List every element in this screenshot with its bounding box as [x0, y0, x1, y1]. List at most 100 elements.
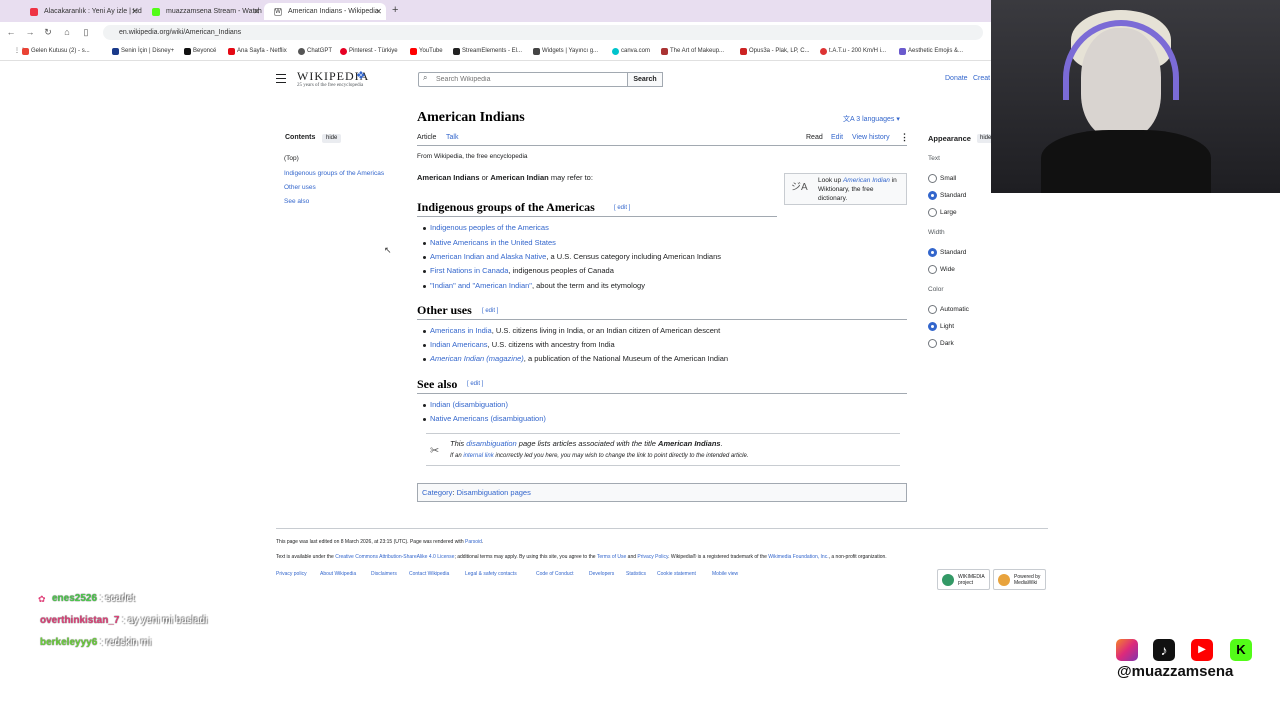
bookmark-item[interactable]: YouTube: [410, 47, 443, 56]
internal-link[interactable]: internal link: [463, 453, 493, 459]
article-link[interactable]: American Indian and Alaska Native: [430, 252, 546, 261]
tab-read[interactable]: Read: [806, 134, 823, 141]
chat-text: : redskin mi: [97, 637, 152, 648]
bookmark-item[interactable]: Senin İçin | Disney+: [112, 47, 174, 56]
terms-link[interactable]: Terms of Use: [597, 554, 626, 560]
toc-item-other-uses[interactable]: Other uses: [284, 184, 316, 191]
article-link[interactable]: Indian (disambiguation): [430, 400, 508, 409]
create-account-link[interactable]: Creat: [973, 75, 990, 82]
article-link[interactable]: "Indian" and "American Indian": [430, 281, 532, 290]
wikipedia-globe-icon[interactable]: ❖: [356, 69, 366, 82]
article-link[interactable]: First Nations in Canada: [430, 266, 508, 275]
license-link[interactable]: Creative Commons Attribution-ShareAlike …: [335, 554, 454, 560]
radio-circle: [928, 322, 937, 331]
back-icon[interactable]: ←: [5, 26, 17, 38]
radio-text-large[interactable]: Large: [928, 208, 957, 217]
mediawiki-badge[interactable]: Powered by MediaWiki: [993, 569, 1046, 590]
radio-width-standard[interactable]: Standard: [928, 248, 966, 257]
bookmark-item[interactable]: ChatGPT: [298, 47, 332, 56]
radio-color-automatic[interactable]: Automatic: [928, 305, 969, 314]
footer-link[interactable]: Legal & safety contacts: [465, 571, 517, 577]
tab-article[interactable]: Article: [417, 134, 436, 141]
article-link[interactable]: Americans in India: [430, 326, 492, 335]
toc-item-indigenous[interactable]: Indigenous groups of the Americas: [284, 170, 384, 177]
chat-message: enes2526 : scarlet: [52, 593, 135, 604]
radio-color-dark[interactable]: Dark: [928, 339, 954, 348]
article-link[interactable]: Indian Americans: [430, 340, 488, 349]
bookmark-item[interactable]: Opus3a - Plak, LP, C...: [740, 47, 810, 56]
footer-link[interactable]: Statistics: [626, 571, 646, 577]
footer-link[interactable]: Cookie statement: [657, 571, 696, 577]
search-button[interactable]: Search: [627, 72, 663, 87]
bookmark-item[interactable]: The Art of Makeup...: [661, 47, 724, 56]
close-tab-icon[interactable]: ✕: [253, 3, 260, 20]
radio-label: Small: [940, 175, 957, 182]
close-tab-icon[interactable]: ✕: [131, 3, 138, 20]
toc-item-top[interactable]: (Top): [284, 155, 299, 162]
browser-tab[interactable]: muazzamsena Stream - Watch ✕: [142, 3, 264, 20]
browser-tab[interactable]: Alacakaranlık : Yeni Ay izle | Hd ✕: [20, 3, 142, 20]
edit-section-link[interactable]: [ edit ]: [614, 205, 630, 211]
wiktionary-link[interactable]: American Indian: [843, 177, 890, 184]
bookmark-item[interactable]: Aesthetic Emojis &...: [899, 47, 963, 56]
tab-talk[interactable]: Talk: [446, 134, 458, 141]
search-input[interactable]: [418, 72, 628, 87]
footer-link[interactable]: About Wikipedia: [320, 571, 356, 577]
browser-tab-active[interactable]: W American Indians - Wikipedia ✕: [264, 3, 386, 20]
dab-link[interactable]: disambiguation: [466, 439, 516, 448]
from-wikipedia: From Wikipedia, the free encyclopedia: [417, 153, 528, 160]
donate-link[interactable]: Donate: [945, 75, 968, 82]
footer-link[interactable]: Mobile view: [712, 571, 738, 577]
article-link[interactable]: American Indian (magazine): [430, 354, 524, 363]
close-tab-icon[interactable]: ✕: [375, 3, 382, 20]
footer-link[interactable]: Contact Wikipedia: [409, 571, 449, 577]
category-link[interactable]: Disambiguation pages: [457, 488, 531, 497]
url-field[interactable]: en.wikipedia.org/wiki/American_Indians: [103, 25, 983, 40]
bookmark-item[interactable]: Ana Sayfa - Netflix: [228, 47, 287, 56]
pinterest-icon: [340, 48, 347, 55]
bookmark-item[interactable]: Pinterest - Türkiye: [340, 47, 398, 56]
wikimedia-badge[interactable]: WIKIMEDIA project: [937, 569, 990, 590]
languages-button[interactable]: 文A 3 languages ▾: [843, 114, 900, 124]
kick-icon: K: [1230, 639, 1252, 661]
bookmark-item[interactable]: canva.com: [612, 47, 650, 56]
bookmark-label: Ana Sayfa - Netflix: [237, 48, 287, 54]
toc-hide-button[interactable]: hide: [322, 134, 342, 143]
category-label-link[interactable]: Category: [422, 488, 452, 497]
edit-section-link[interactable]: [ edit ]: [482, 308, 498, 314]
reload-icon[interactable]: ↻: [42, 26, 54, 38]
footer-link[interactable]: Developers: [589, 571, 614, 577]
tab-edit[interactable]: Edit: [831, 134, 843, 141]
foundation-link[interactable]: Wikimedia Foundation, Inc.: [768, 554, 828, 560]
main-menu-icon[interactable]: [276, 74, 286, 86]
bookmark-item[interactable]: t.A.T.u - 200 Km/H i...: [820, 47, 886, 56]
bookmark-item[interactable]: StreamElements - El...: [453, 47, 522, 56]
new-tab-button[interactable]: +: [392, 3, 398, 18]
radio-text-small[interactable]: Small: [928, 174, 956, 183]
license-pre: Text is available under the: [276, 554, 336, 560]
tab-view-history[interactable]: View history: [852, 134, 890, 141]
forward-icon[interactable]: →: [24, 26, 36, 38]
bookmark-item[interactable]: Gelen Kutusu (2) - s...: [22, 47, 90, 56]
radio-color-light[interactable]: Light: [928, 322, 954, 331]
sidebar-icon[interactable]: ▯: [80, 26, 92, 38]
streamelements-icon: [453, 48, 460, 55]
radio-text-standard[interactable]: Standard: [928, 191, 966, 200]
footer-link[interactable]: Privacy policy: [276, 571, 307, 577]
more-tools-icon[interactable]: ⋮: [900, 132, 909, 143]
radio-label: Standard: [940, 249, 967, 256]
article-link[interactable]: Native Americans in the United States: [430, 238, 556, 247]
radio-width-wide[interactable]: Wide: [928, 265, 955, 274]
toc-item-see-also[interactable]: See also: [284, 198, 309, 205]
footer-link[interactable]: Disclaimers: [371, 571, 397, 577]
edit-section-link[interactable]: [ edit ]: [467, 381, 483, 387]
home-icon[interactable]: ⌂: [61, 26, 73, 38]
article-link[interactable]: Indigenous peoples of the Americas: [430, 223, 549, 232]
article-link[interactable]: Native Americans (disambiguation): [430, 414, 546, 423]
bookmark-item[interactable]: Widgets | Yayıncı g...: [533, 47, 598, 56]
privacy-link[interactable]: Privacy Policy: [637, 554, 668, 560]
parsoid-link[interactable]: Parsoid: [465, 539, 482, 545]
footer-link[interactable]: Code of Conduct: [536, 571, 574, 577]
wikipedia-tagline: 25 years of the free encyclopedia: [297, 83, 364, 88]
bookmark-item[interactable]: Beyoncé: [184, 47, 216, 56]
